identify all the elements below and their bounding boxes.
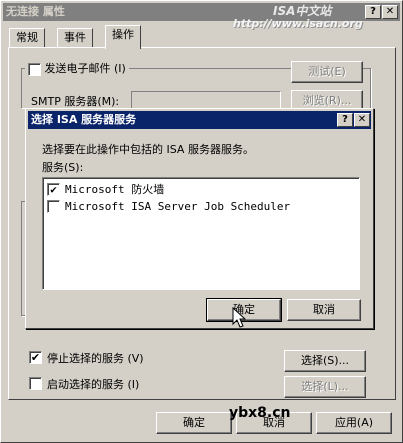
- ok-button[interactable]: 确定: [156, 412, 232, 434]
- tab-general[interactable]: 常规: [9, 28, 45, 48]
- test-button[interactable]: 测试(E): [291, 61, 363, 83]
- smtp-server-label: SMTP 服务器(M):: [31, 95, 120, 108]
- apply-button[interactable]: 应用(A): [316, 412, 392, 434]
- service-name: Microsoft 防火墙: [65, 183, 165, 196]
- dialog-title: 选择 ISA 服务器服务: [31, 113, 137, 126]
- select-start-services-button[interactable]: 选择(L)...: [284, 376, 366, 398]
- send-email-checkbox[interactable]: [28, 62, 41, 76]
- close-button[interactable]: ✕: [382, 5, 398, 19]
- list-item[interactable]: Microsoft ISA Server Job Scheduler: [43, 198, 359, 215]
- dialog-help-button[interactable]: ?: [337, 113, 353, 127]
- service-checkbox-job-scheduler[interactable]: [47, 200, 60, 213]
- dialog-titlebar[interactable]: 选择 ISA 服务器服务: [28, 111, 371, 129]
- email-group-header: 发送电子邮件 (I): [25, 61, 129, 77]
- dialog-instruction: 选择要在此操作中包括的 ISA 服务器服务。: [42, 143, 254, 156]
- window-title: 无连接 属性: [6, 5, 65, 18]
- list-item[interactable]: ✔ Microsoft 防火墙: [43, 181, 359, 198]
- services-list[interactable]: ✔ Microsoft 防火墙 Microsoft ISA Server Job…: [42, 177, 360, 290]
- dialog-close-button[interactable]: ✕: [354, 113, 370, 127]
- tab-actions[interactable]: 操作: [105, 25, 141, 49]
- service-name: Microsoft ISA Server Job Scheduler: [65, 200, 291, 213]
- services-list-label: 服务(S):: [42, 161, 84, 174]
- start-services-checkbox[interactable]: [29, 377, 42, 390]
- help-button[interactable]: ?: [365, 5, 381, 19]
- select-stop-services-button[interactable]: 选择(S)...: [284, 350, 366, 372]
- start-services-label: 启动选择的服务 (I): [47, 378, 140, 391]
- properties-window: 无连接 属性 ISA中文站 http://www.isacn.org ? ✕ 常…: [0, 0, 403, 443]
- mouse-pointer-icon: [232, 307, 246, 328]
- watermark-url: http://www.isacn.org: [233, 17, 363, 30]
- stop-services-checkbox[interactable]: ✔: [29, 351, 42, 364]
- stop-services-label: 停止选择的服务 (V): [47, 352, 144, 365]
- select-services-dialog: 选择 ISA 服务器服务 ? ✕ 选择要在此操作中包括的 ISA 服务器服务。 …: [25, 108, 374, 329]
- send-email-label: 发送电子邮件 (I): [44, 62, 126, 75]
- service-checkbox-firewall[interactable]: ✔: [47, 183, 60, 196]
- dialog-cancel-button[interactable]: 取消: [287, 299, 361, 321]
- watermark-footer: ybx8.cn: [229, 405, 291, 421]
- tab-events[interactable]: 事件: [57, 28, 93, 48]
